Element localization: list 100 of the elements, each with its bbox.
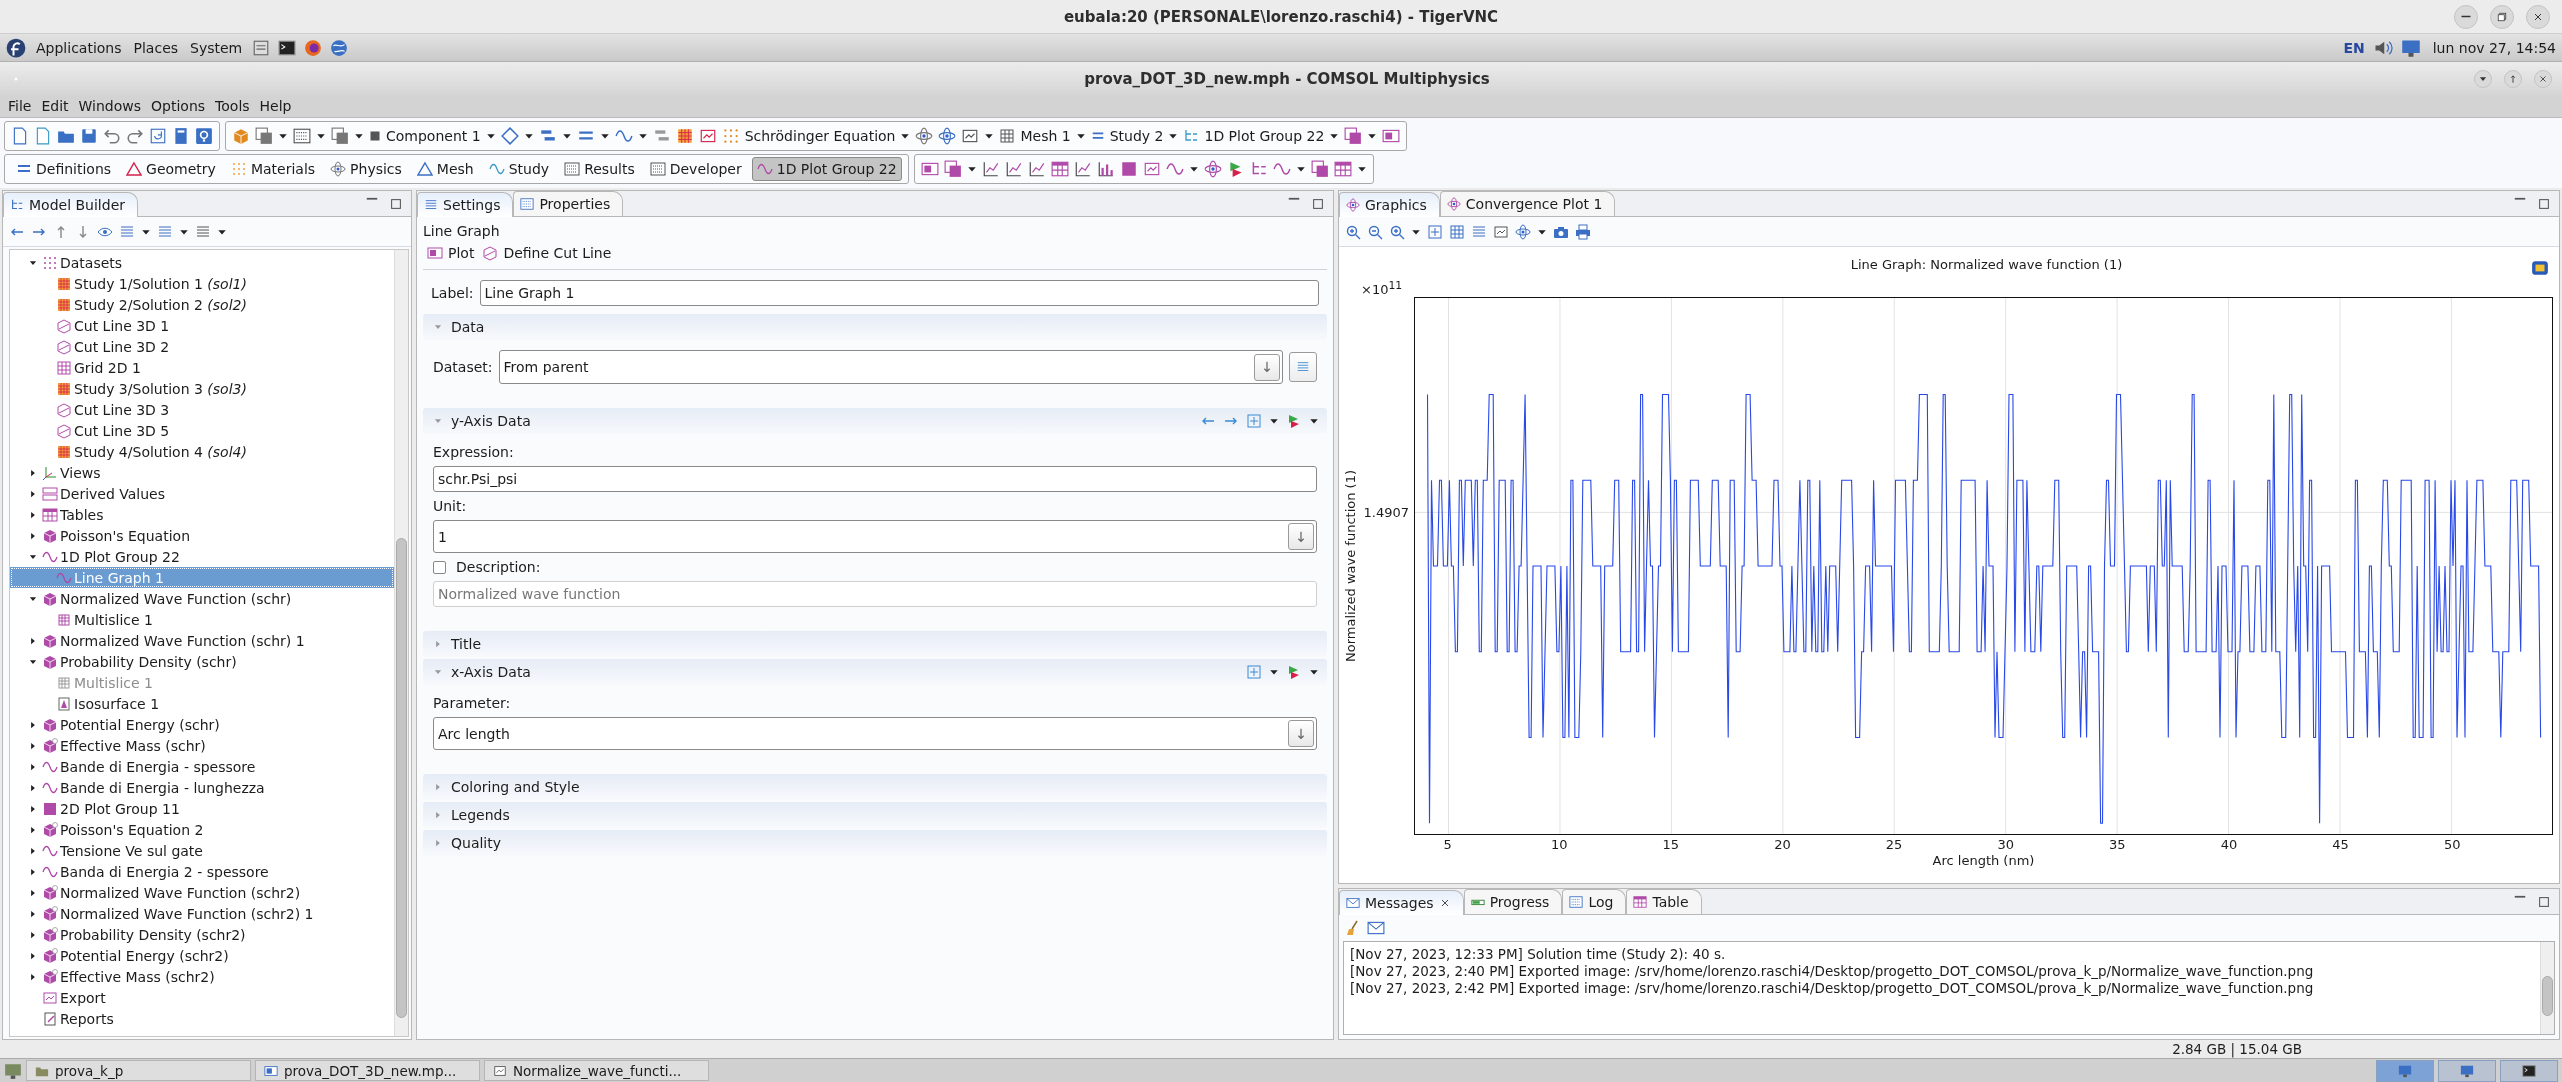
bar-chart-icon[interactable] — [1096, 160, 1115, 178]
line-chart-icon[interactable] — [1027, 160, 1046, 178]
caret-icon[interactable] — [984, 131, 995, 141]
panel-tab[interactable]: Settings — [417, 192, 514, 217]
panel-tab[interactable]: Convergence Plot 1 — [1439, 191, 1616, 216]
envelope-icon[interactable] — [1367, 919, 1385, 937]
browser-icon[interactable] — [304, 38, 323, 57]
dropdown-button[interactable] — [1288, 523, 1314, 550]
stack-icon[interactable] — [331, 127, 349, 145]
tree-item[interactable]: Poisson's Equation 2 — [10, 819, 394, 840]
ribbon-tab[interactable]: Definitions — [11, 157, 117, 181]
keyboard-layout-indicator[interactable]: EN — [2343, 39, 2365, 56]
export-icon[interactable] — [961, 127, 980, 145]
tree-item[interactable]: Study 3/Solution 3 (sol3) — [10, 378, 394, 399]
ribbon-tab[interactable]: 1D Plot Group 22 — [751, 157, 902, 181]
tree-item[interactable]: Datasets — [10, 252, 394, 273]
taskbar-item[interactable]: prova_DOT_3D_new.mp... — [255, 1060, 480, 1081]
panel-menu[interactable]: System — [188, 39, 245, 56]
dropdown-button[interactable] — [1254, 353, 1280, 381]
caret-icon[interactable] — [485, 131, 496, 141]
tree-item[interactable]: Banda di Energia 2 - spessore — [10, 861, 394, 882]
fit-icon[interactable] — [1427, 223, 1443, 240]
square-icon[interactable] — [1119, 160, 1138, 178]
panel-tab[interactable]: Graphics — [1339, 192, 1440, 217]
export-icon[interactable] — [698, 127, 717, 145]
stack-icon[interactable] — [1344, 127, 1363, 145]
section-header[interactable]: Coloring and Style — [423, 774, 1327, 800]
label-field[interactable]: Line Graph 1 — [479, 280, 1319, 306]
minimize-button[interactable] — [2474, 69, 2492, 88]
menu-item[interactable]: Help — [259, 98, 292, 114]
caret-icon[interactable] — [900, 131, 911, 141]
caret-icon[interactable] — [354, 131, 364, 141]
tree-item[interactable]: Cut Line 3D 3 — [10, 399, 394, 420]
tree-item[interactable]: Study 2/Solution 2 (sol2) — [10, 294, 394, 315]
grid-icon[interactable] — [675, 127, 694, 145]
close-button[interactable] — [2534, 69, 2552, 88]
caret-icon[interactable] — [1309, 667, 1319, 677]
stack-icon[interactable] — [943, 160, 962, 178]
panel-tab[interactable]: Properties — [513, 191, 624, 216]
save-icon[interactable] — [80, 127, 98, 145]
dots-grid-icon[interactable] — [721, 127, 740, 145]
zoom-box-icon[interactable] — [1389, 223, 1405, 240]
minimize-icon[interactable] — [2513, 894, 2527, 898]
plot-group-dropdown[interactable]: 1D Plot Group 22 — [1183, 128, 1340, 144]
export-icon[interactable] — [1382, 127, 1401, 145]
cube-icon[interactable] — [232, 127, 250, 145]
ribbon-tab[interactable]: Study — [483, 157, 555, 181]
undo-icon[interactable] — [103, 127, 121, 145]
section-header[interactable]: x-Axis Data — [423, 659, 1327, 685]
ribbon-tab[interactable]: Developer — [644, 157, 747, 181]
atom-icon[interactable] — [938, 127, 957, 145]
menu-item[interactable]: Options — [151, 98, 206, 114]
tree-item[interactable]: Effective Mass (schr) — [10, 735, 394, 756]
wave-icon[interactable] — [1165, 160, 1184, 178]
section-header[interactable]: Title — [423, 631, 1327, 657]
tree-item[interactable]: Tables — [10, 504, 394, 525]
maximize-button[interactable] — [2504, 69, 2522, 88]
ribbon-tab[interactable]: Materials — [225, 157, 321, 181]
dropdown-field[interactable]: From parent — [498, 350, 1283, 384]
settings-action-button[interactable]: Plot — [427, 245, 475, 261]
tree-item[interactable]: Reports — [10, 1008, 394, 1029]
scrollbar[interactable] — [2540, 942, 2554, 1034]
wave-icon[interactable] — [1272, 160, 1291, 178]
tree-item[interactable]: Normalized Wave Function (schr2) 1 — [10, 903, 394, 924]
restore-button[interactable] — [2490, 4, 2514, 29]
print-icon[interactable] — [1575, 223, 1591, 240]
table-icon[interactable] — [1050, 160, 1069, 178]
caret-icon[interactable] — [637, 131, 648, 141]
caret-icon[interactable] — [1367, 131, 1378, 141]
button-panel-icon[interactable] — [920, 160, 939, 178]
panel-tab[interactable]: Log — [1562, 889, 1627, 914]
section-header[interactable]: Data — [423, 314, 1327, 340]
line-chart-icon[interactable] — [1004, 160, 1023, 178]
tree-item[interactable]: 1D Plot Group 22 — [10, 546, 394, 567]
taskbar-item[interactable]: Normalize_wave_functi... — [484, 1060, 709, 1081]
tree-item[interactable]: Probability Density (schr2) — [10, 924, 394, 945]
atom-icon[interactable] — [1203, 160, 1222, 178]
globe-icon[interactable] — [330, 38, 349, 57]
tree-item[interactable]: Study 1/Solution 1 (sol1) — [10, 273, 394, 294]
panel-tab[interactable]: Table — [1626, 889, 1702, 914]
taskbar-item[interactable]: prova_k_p — [26, 1060, 251, 1081]
workspace-switcher[interactable] — [2438, 1059, 2496, 1082]
tree-item[interactable]: Bande di Energia - lunghezza — [10, 777, 394, 798]
maximize-icon[interactable] — [389, 196, 403, 211]
redo-icon[interactable] — [126, 127, 144, 145]
tree-item[interactable]: 2D Plot Group 11 — [10, 798, 394, 819]
color-legend-icon[interactable] — [2531, 259, 2549, 277]
zoom-in-icon[interactable] — [1345, 223, 1361, 240]
dropdown-field[interactable]: 1 — [433, 520, 1317, 553]
caret-icon[interactable] — [1295, 164, 1306, 174]
tree-item[interactable]: Potential Energy (schr) — [10, 714, 394, 735]
caret-icon[interactable] — [1329, 131, 1340, 141]
caret-icon[interactable] — [1168, 131, 1179, 141]
workspace-switcher[interactable] — [2500, 1059, 2558, 1082]
legend-icon[interactable] — [1493, 223, 1509, 240]
line-chart-icon[interactable] — [981, 160, 1000, 178]
tree-item[interactable]: Cut Line 3D 1 — [10, 315, 394, 336]
panel-tab[interactable]: Progress — [1463, 889, 1563, 914]
tree-item[interactable]: Tensione Ve sul gate — [10, 840, 394, 861]
text-field[interactable]: Normalized wave function — [433, 581, 1317, 607]
